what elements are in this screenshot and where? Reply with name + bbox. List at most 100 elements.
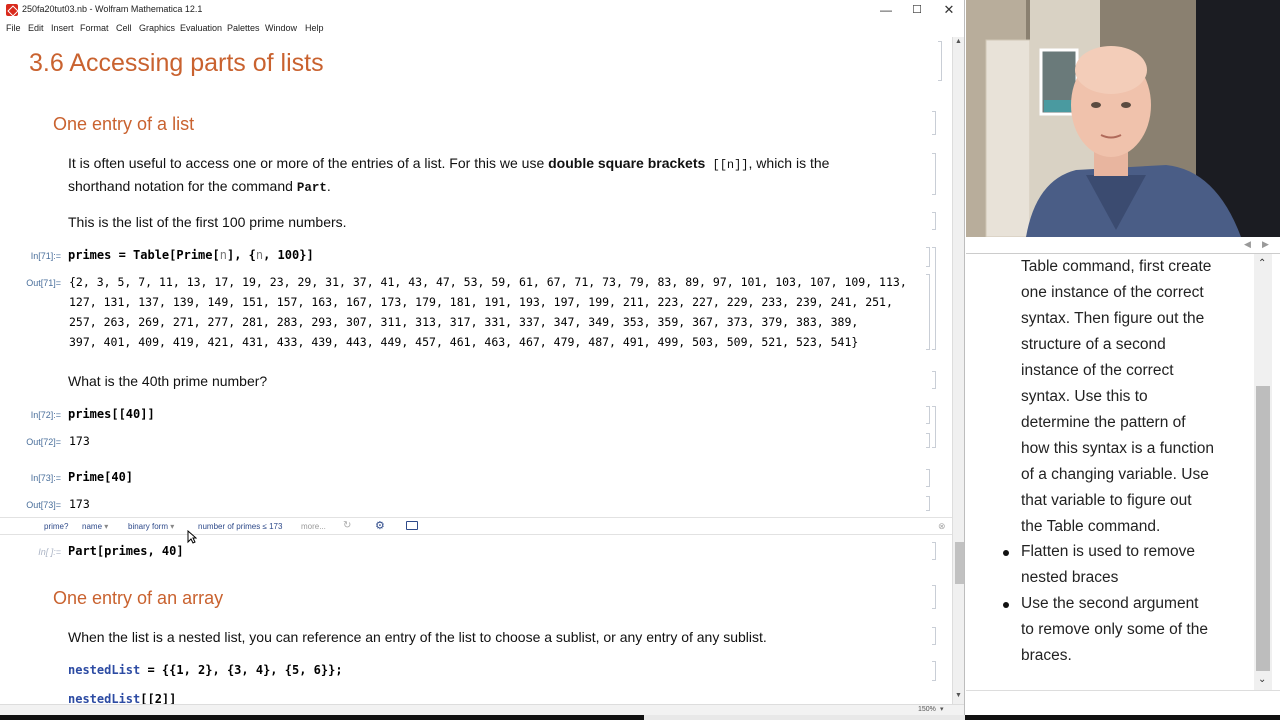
output-line: 397, 401, 409, 419, 421, 431, 433, 439, … — [69, 335, 859, 349]
paragraph-prime-list: This is the list of the first 100 prime … — [68, 214, 347, 230]
notes-bullet-line: Use the second argument — [1021, 595, 1199, 612]
input-cell-part[interactable]: Part[primes, 40] — [68, 544, 184, 558]
cell-bracket[interactable] — [932, 542, 936, 560]
paragraph-40th-prime: What is the 40th prime number? — [68, 373, 268, 389]
zoom-level[interactable]: 150% — [918, 706, 936, 713]
inline-code: Part — [296, 181, 327, 195]
output-cell-73: 173 — [69, 497, 90, 511]
cell-bracket[interactable] — [926, 469, 930, 487]
code-text: , 100}] — [263, 248, 314, 262]
input-label: In[73]:= — [30, 473, 61, 483]
notes-bullet-line: Flatten is used to remove — [1021, 543, 1196, 560]
code-symbol: primes — [68, 248, 112, 262]
chevron-down-icon[interactable]: ⌄ — [1258, 674, 1266, 685]
chevron-down-icon[interactable]: ▾ — [940, 705, 944, 713]
input-label: In[72]:= — [30, 410, 61, 420]
bold-text: double square brackets — [548, 155, 706, 171]
cell-bracket[interactable] — [932, 153, 936, 195]
minimize-button[interactable]: — — [874, 2, 898, 18]
notes-line: instance of the correct — [1021, 362, 1174, 379]
mathematica-window: 250fa20tut03.nb - Wolfram Mathematica 12… — [0, 0, 965, 715]
cell-bracket[interactable] — [926, 274, 930, 350]
back-arrow-icon[interactable]: ◀ — [1244, 239, 1251, 250]
status-bar: 150% ▾ — [0, 704, 964, 715]
text-span: , which is the — [748, 155, 830, 171]
menu-edit[interactable]: Edit — [28, 23, 44, 33]
close-button[interactable]: ✕ — [937, 2, 961, 18]
cell-bracket[interactable] — [932, 661, 936, 681]
text-span: . — [326, 178, 331, 194]
menu-evaluation[interactable]: Evaluation — [180, 23, 222, 33]
cell-group-bracket[interactable] — [932, 247, 936, 350]
suggestions-bar: prime? name ▾ binary form ▾ number of pr… — [0, 517, 952, 535]
menu-help[interactable]: Help — [305, 23, 324, 33]
notes-line: the Table command. — [1021, 518, 1161, 535]
suggestion-binary-form[interactable]: binary form ▾ — [128, 522, 174, 531]
scrollbar-thumb[interactable] — [1256, 386, 1270, 671]
cell-bracket[interactable] — [932, 111, 936, 135]
suggestion-number-of-primes[interactable]: number of primes ≤ 173 — [198, 522, 282, 531]
cell-bracket[interactable] — [926, 247, 930, 267]
notes-panel: Table command, first create one instance… — [966, 254, 1280, 690]
notes-bullet-line: nested braces — [1021, 569, 1119, 586]
notes-bullet-line: to remove only some of the — [1021, 621, 1208, 638]
notes-line: structure of a second — [1021, 336, 1166, 353]
cell-bracket[interactable] — [938, 41, 942, 81]
input-cell-72[interactable]: primes[[40]] — [68, 407, 155, 421]
menu-window[interactable]: Window — [265, 23, 297, 33]
output-cell-71: {2, 3, 5, 7, 11, 13, 17, 19, 23, 29, 31,… — [69, 272, 907, 352]
cell-bracket[interactable] — [932, 627, 936, 645]
bullet-icon — [1003, 602, 1009, 608]
panel-navigation: ◀ ▶ — [966, 237, 1280, 254]
scroll-down-icon[interactable]: ▼ — [955, 692, 962, 699]
menu-format[interactable]: Format — [80, 23, 109, 33]
cell-bracket[interactable] — [926, 496, 930, 511]
menu-insert[interactable]: Insert — [51, 23, 74, 33]
cell-bracket[interactable] — [932, 371, 936, 389]
cell-bracket[interactable] — [926, 433, 930, 448]
menu-file[interactable]: File — [6, 23, 21, 33]
input-label: In[ ]:= — [38, 547, 61, 557]
input-cell-nested[interactable]: nestedList = {{1, 2}, {3, 4}, {5, 6}}; — [68, 663, 343, 677]
notebook-content[interactable]: 3.6 Accessing parts of lists One entry o… — [0, 37, 952, 707]
suggestion-more[interactable]: more... — [301, 522, 326, 531]
suggestion-label: name — [82, 522, 103, 531]
input-label: In[71]:= — [30, 251, 61, 261]
chevron-down-icon: ▾ — [170, 522, 175, 531]
scrollbar-thumb[interactable] — [955, 542, 964, 584]
maximize-button[interactable]: ☐ — [905, 2, 929, 18]
paragraph-nested-list: When the list is a nested list, you can … — [68, 629, 767, 645]
code-symbol: nestedList — [68, 663, 141, 677]
scroll-up-icon[interactable]: ▲ — [955, 38, 962, 45]
feedback-icon[interactable] — [406, 521, 418, 530]
webcam-video — [966, 0, 1280, 237]
close-icon[interactable]: ⊗ — [938, 521, 946, 532]
chevron-up-icon[interactable]: ⌃ — [1258, 258, 1266, 269]
horizontal-scrollbar[interactable] — [644, 715, 965, 720]
cell-bracket[interactable] — [932, 585, 936, 609]
forward-arrow-icon[interactable]: ▶ — [1262, 239, 1269, 250]
suggestion-prime[interactable]: prime? — [44, 522, 68, 531]
code-text: ], { — [226, 248, 256, 262]
suggestion-name[interactable]: name ▾ — [82, 522, 108, 531]
notes-line: syntax. Then figure out the — [1021, 310, 1205, 327]
menu-palettes[interactable]: Palettes — [227, 23, 260, 33]
section-one-entry-of-an-array: One entry of an array — [53, 588, 224, 608]
gear-icon[interactable]: ⚙ — [375, 519, 385, 532]
menu-graphics[interactable]: Graphics — [139, 23, 175, 33]
refresh-icon[interactable]: ↻ — [343, 520, 351, 531]
text-span: shorthand notation for the command — [68, 178, 297, 194]
output-label: Out[71]= — [26, 278, 61, 288]
cell-bracket[interactable] — [926, 406, 930, 424]
input-cell-71[interactable]: primes = Table[Prime[n], {n, 100}] — [68, 248, 314, 262]
input-cell-73[interactable]: Prime[40] — [68, 470, 133, 484]
output-line: 127, 131, 137, 139, 149, 151, 157, 163, … — [69, 295, 893, 309]
notebook-scrollbar[interactable]: ▲ ▼ — [952, 37, 964, 704]
chevron-down-icon: ▾ — [104, 522, 109, 531]
menu-bar: File Edit Insert Format Cell Graphics Ev… — [0, 21, 964, 37]
cell-group-bracket[interactable] — [932, 406, 936, 448]
code-variable: n — [219, 248, 227, 262]
cell-bracket[interactable] — [932, 212, 936, 230]
menu-cell[interactable]: Cell — [116, 23, 132, 33]
notes-scrollbar[interactable]: ⌃ ⌄ — [1254, 254, 1272, 690]
